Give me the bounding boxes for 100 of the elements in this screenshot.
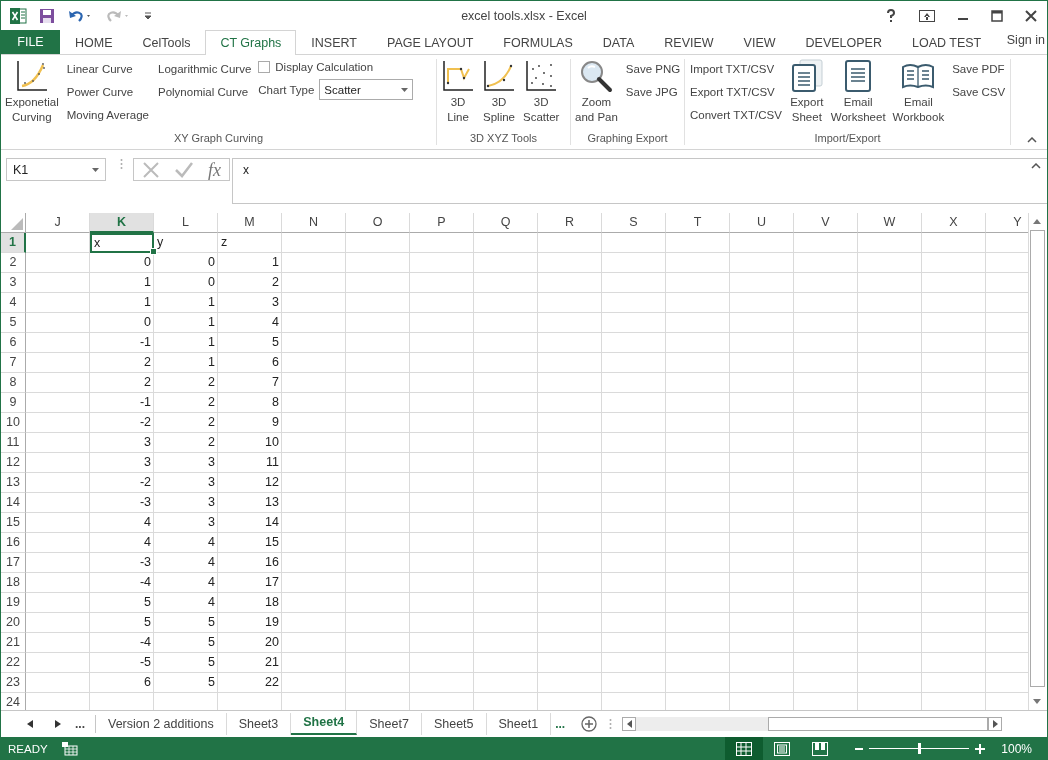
ribbon-button[interactable]: 3D Spline — [481, 59, 517, 125]
page-break-icon — [812, 741, 829, 756]
ribbon-button[interactable]: Polynomial Curve — [156, 82, 254, 103]
collapse-ribbon-icon[interactable] — [1027, 137, 1037, 143]
ribbon-button[interactable]: Email Workbook — [891, 59, 946, 125]
scroll-down-icon[interactable] — [1033, 699, 1041, 704]
ribbon-button[interactable]: Save PNG — [623, 59, 683, 80]
fill-handle[interactable] — [150, 248, 157, 255]
ribbon-button[interactable]: Linear Curve — [64, 59, 151, 80]
scroll-up-icon[interactable] — [1033, 219, 1041, 224]
column-header[interactable]: U — [730, 213, 794, 233]
macro-recording-icon[interactable] — [61, 741, 78, 756]
insert-function-button[interactable]: fx — [208, 160, 221, 179]
column-header[interactable]: P — [410, 213, 474, 233]
enter-check-icon[interactable] — [174, 160, 194, 179]
sheet-tab[interactable]: Sheet7 — [357, 713, 422, 735]
caret-icon[interactable] — [92, 167, 99, 172]
table-cell-text: 2 — [207, 394, 216, 411]
ribbon-tab[interactable]: REVIEW — [649, 30, 729, 55]
name-box[interactable]: K1 — [6, 158, 106, 181]
scroll-right-button[interactable] — [988, 717, 1003, 731]
grid-icon — [736, 741, 753, 756]
sign-in-link[interactable]: Sign in — [1006, 33, 1047, 47]
column-header[interactable]: W — [858, 213, 922, 233]
ribbon-button[interactable]: Convert TXT/CSV — [688, 105, 784, 126]
expand-icon[interactable] — [1031, 163, 1041, 169]
selected-cell[interactable]: x — [90, 233, 154, 253]
ribbon-tab[interactable]: FORMULAS — [488, 30, 588, 55]
ribbon-tab[interactable]: DATA — [587, 30, 650, 55]
zoom-in-icon[interactable] — [975, 743, 986, 754]
checkbox[interactable] — [258, 61, 271, 73]
ribbon-tab[interactable]: INSERT — [296, 30, 372, 55]
ribbon-tab[interactable]: DEVELOPER — [790, 30, 897, 55]
caret-icon[interactable] — [401, 87, 409, 92]
normal-view-button[interactable] — [725, 737, 764, 760]
maximize-icon[interactable] — [991, 9, 1003, 22]
ribbon-tab[interactable]: CT Graphs — [205, 30, 297, 55]
ribbon-tab[interactable]: LOAD TEST — [896, 30, 997, 55]
ribbon-tab[interactable]: VIEW — [728, 30, 791, 55]
ribbon-button[interactable]: Power Curve — [64, 82, 151, 103]
save-icon[interactable] — [39, 7, 55, 24]
ribbon-button[interactable]: 3D Scatter — [522, 59, 561, 125]
scroll-left-button[interactable] — [622, 717, 637, 731]
ribbon-button[interactable]: Save JPG — [623, 82, 683, 103]
table-cell-text: -4 — [138, 574, 152, 591]
ribbon-button[interactable]: Import TXT/CSV — [688, 59, 784, 80]
ribbon-button[interactable]: Save PDF — [950, 59, 1008, 80]
table-cell-text: 4 — [143, 514, 152, 531]
column-header[interactable]: T — [666, 213, 730, 233]
help-icon[interactable] — [885, 8, 897, 23]
table-cell-text: 2 — [207, 374, 216, 391]
sheet-tab[interactable]: Sheet4 — [291, 711, 358, 735]
column-header[interactable]: S — [602, 213, 666, 233]
ribbon-button[interactable]: Export TXT/CSV — [688, 82, 784, 103]
dropdown-value: Scatter — [324, 83, 361, 96]
table-cell-text: 7 — [271, 374, 280, 391]
drag-handle-icon[interactable] — [120, 158, 123, 170]
column-header[interactable]: O — [346, 213, 410, 233]
ribbon-button[interactable]: Export Sheet — [788, 59, 825, 125]
scrollbar-thumb[interactable] — [768, 717, 989, 731]
ribbon-button[interactable]: Moving Average — [64, 105, 151, 126]
previous-sheet-icon[interactable] — [27, 720, 33, 728]
column-header[interactable]: M — [218, 213, 282, 233]
column-header[interactable]: R — [538, 213, 602, 233]
curve-chart-icon — [14, 59, 49, 93]
window-title: excel tools.xlsx - Excel — [461, 8, 587, 23]
ribbon-button[interactable]: Zoom and Pan — [574, 59, 619, 125]
ribbon-tab[interactable]: PAGE LAYOUT — [371, 30, 489, 55]
sheet-tab[interactable]: Sheet1 — [486, 713, 552, 735]
column-header[interactable]: K — [90, 213, 154, 233]
formula-field[interactable]: x — [232, 158, 1047, 204]
column-header[interactable]: V — [794, 213, 858, 233]
chart-type-dropdown[interactable]: Scatter — [319, 79, 414, 100]
row-header[interactable]: 1 — [1, 233, 26, 253]
ribbon-button[interactable]: 3D Line — [440, 59, 476, 125]
table-cell-text: -1 — [138, 334, 152, 351]
column-header[interactable]: X — [922, 213, 986, 233]
column-header[interactable]: L — [154, 213, 218, 233]
sheet-tab[interactable]: Sheet5 — [421, 713, 487, 735]
ribbon-tab[interactable]: HOME — [60, 30, 128, 55]
column-header[interactable]: N — [282, 213, 346, 233]
ribbon-button[interactable]: Exponetial Curving — [4, 59, 60, 125]
next-sheet-icon[interactable] — [55, 720, 61, 728]
column-header[interactable]: Q — [474, 213, 538, 233]
ribbon-button[interactable]: Email Worksheet — [829, 59, 887, 125]
horizontal-scrollbar[interactable] — [636, 717, 989, 731]
ribbon-tab[interactable]: CelTools — [127, 30, 206, 55]
more-sheets-button[interactable]: ... — [551, 715, 582, 733]
zoom-level[interactable]: 100% — [985, 741, 1047, 756]
add-sheet-icon[interactable] — [581, 716, 598, 732]
sheet-tab[interactable]: Version 2 additions — [96, 713, 227, 735]
customize-icon[interactable] — [143, 9, 153, 22]
ribbon-button[interactable]: Logarithmic Curve — [156, 59, 254, 80]
ribbon-display-icon[interactable] — [919, 9, 935, 22]
group-label: Graphing Export — [586, 132, 669, 145]
close-icon[interactable] — [1025, 9, 1037, 22]
file-tab[interactable]: FILE — [1, 30, 60, 54]
more-sheets-button[interactable]: ... — [61, 715, 96, 733]
ribbon-button[interactable]: Save CSV — [950, 82, 1008, 103]
zoom-slider-thumb[interactable] — [918, 743, 922, 754]
